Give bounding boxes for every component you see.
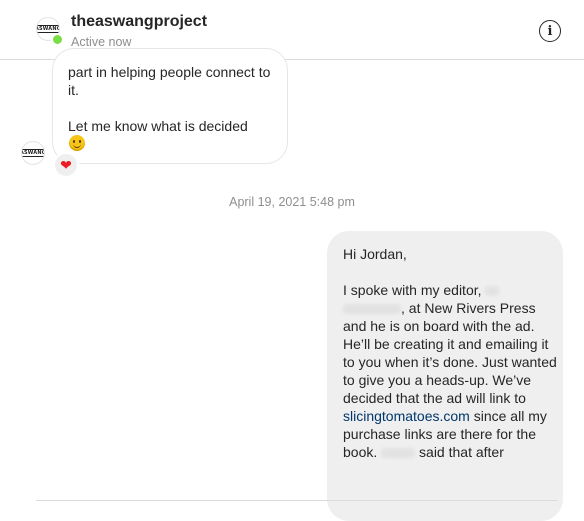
aswang-logo: ASWANG — [37, 25, 59, 33]
redacted-name — [485, 286, 500, 297]
message-text-part-1: I spoke with my editor, — [343, 282, 482, 298]
message-text-part-2: , at New Rivers Press and he is on board… — [343, 300, 561, 406]
message-text-part-4: said that after — [419, 444, 504, 460]
active-status-text: Active now — [71, 35, 132, 49]
incoming-message-text: part in helping people connect to it. — [68, 64, 275, 98]
message-timestamp: April 19, 2021 5:48 pm — [229, 195, 355, 209]
incoming-message-last-line: Let me know what is decided — [68, 118, 248, 134]
composer-divider — [36, 500, 558, 501]
slicingtomatoes-link[interactable]: slicingtomatoes.com — [343, 408, 470, 424]
smile-emoji-icon — [69, 135, 85, 151]
username[interactable]: theaswangproject — [71, 13, 207, 31]
active-status-dot — [51, 33, 64, 46]
aswang-logo-small: ASWANG — [22, 149, 44, 157]
heart-reaction-icon[interactable]: ❤ — [53, 152, 79, 178]
sender-avatar[interactable]: ASWANG — [21, 141, 45, 165]
redacted-name — [381, 448, 416, 459]
info-icon[interactable]: i — [539, 20, 561, 42]
redacted-name — [343, 304, 401, 315]
greeting-text: Hi Jordan, — [343, 246, 407, 262]
outgoing-message-text: Hi Jordan, I spoke with my editor, , at … — [343, 245, 557, 461]
